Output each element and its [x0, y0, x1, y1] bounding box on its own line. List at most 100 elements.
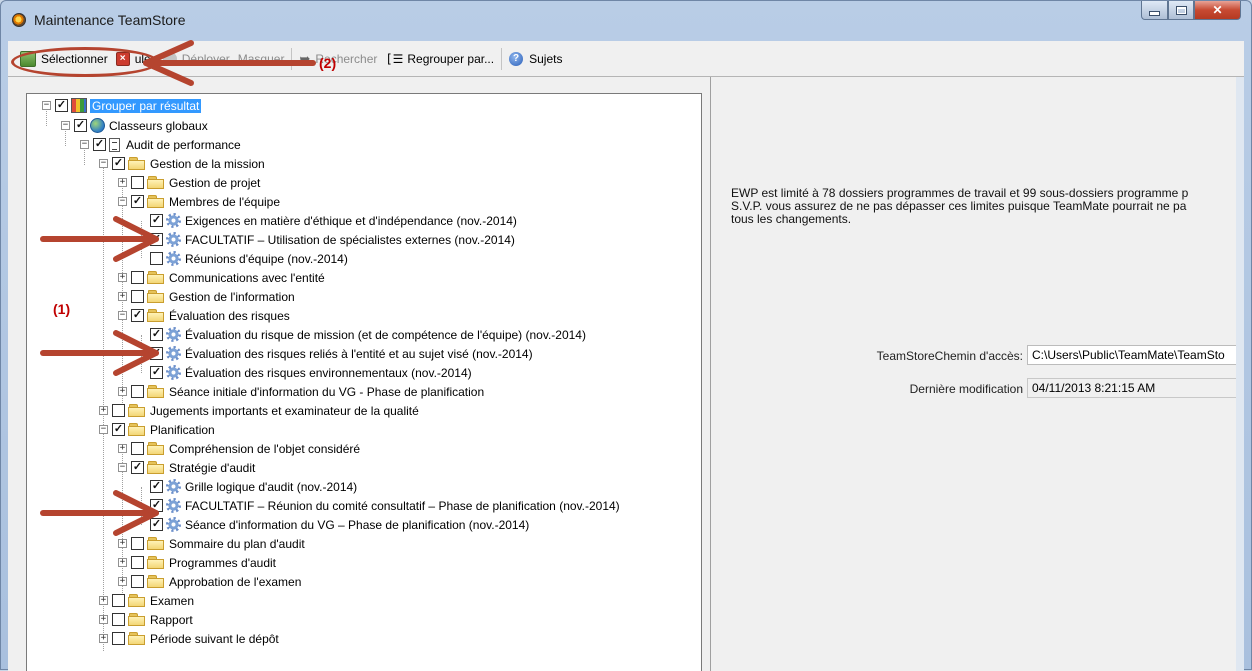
expand-icon[interactable]: +: [99, 634, 108, 643]
tree-node-approval[interactable]: + Approbation de l'examen: [118, 572, 301, 591]
collapse-icon[interactable]: −: [61, 121, 70, 130]
collapse-icon[interactable]: −: [99, 425, 108, 434]
tree-node-risk-mission[interactable]: Évaluation du risque de mission (et de c…: [137, 325, 586, 344]
tree-checkbox[interactable]: [74, 119, 87, 132]
minimize-button[interactable]: [1141, 1, 1168, 20]
tree-checkbox[interactable]: [112, 613, 125, 626]
tree-checkbox[interactable]: [131, 309, 144, 322]
tree-node-logic-grid[interactable]: Grille logique d'audit (nov.-2014): [137, 477, 357, 496]
tree-node-plan-summary[interactable]: + Sommaire du plan d'audit: [118, 534, 305, 553]
tree-node-team-meetings[interactable]: Réunions d'équipe (nov.-2014): [137, 249, 348, 268]
group-results-icon: [71, 98, 87, 113]
window-edge: [1236, 77, 1244, 671]
tree-node-exam[interactable]: + Examen: [99, 591, 194, 610]
tree-node-post-filing[interactable]: + Période suivant le dépôt: [99, 629, 279, 648]
tree-label: FACULTATIF – Réunion du comité consultat…: [185, 498, 620, 513]
expand-icon[interactable]: +: [118, 273, 127, 282]
collapse-icon[interactable]: −: [80, 140, 89, 149]
collapse-icon[interactable]: −: [118, 197, 127, 206]
title-bar[interactable]: Maintenance TeamStore ✕: [1, 1, 1251, 41]
tree-checkbox[interactable]: [131, 556, 144, 569]
tree-checkbox[interactable]: [131, 176, 144, 189]
folder-icon: [128, 594, 146, 607]
expand-icon[interactable]: +: [99, 596, 108, 605]
tree-node-programs[interactable]: + Programmes d'audit: [118, 553, 276, 572]
hide-button[interactable]: Masquer: [234, 47, 289, 71]
collapse-icon[interactable]: −: [42, 101, 51, 110]
tree-checkbox[interactable]: [150, 233, 163, 246]
tree-node-vg-session[interactable]: Séance d'information du VG – Phase de pl…: [137, 515, 529, 534]
expand-icon[interactable]: +: [99, 615, 108, 624]
tree-checkbox[interactable]: [150, 347, 163, 360]
tree-node-initial-session[interactable]: + Séance initiale d'information du VG - …: [118, 382, 484, 401]
expand-icon[interactable]: +: [118, 292, 127, 301]
collapse-icon[interactable]: −: [118, 463, 127, 472]
expand-icon[interactable]: +: [99, 406, 108, 415]
tree-checkbox[interactable]: [150, 252, 163, 265]
maximize-button[interactable]: [1168, 1, 1194, 20]
tree-node-risk-entity[interactable]: Évaluation des risques reliés à l'entité…: [137, 344, 533, 363]
tree-node-team[interactable]: − Membres de l'équipe: [118, 192, 280, 211]
tree-node-specialists[interactable]: FACULTATIF – Utilisation de spécialistes…: [137, 230, 515, 249]
tree-checkbox[interactable]: [112, 157, 125, 170]
collapse-icon[interactable]: −: [99, 159, 108, 168]
tree-checkbox[interactable]: [131, 461, 144, 474]
group-by-button[interactable]: [☰ Regrouper par...: [381, 47, 498, 71]
tree-checkbox[interactable]: [150, 518, 163, 531]
expand-icon[interactable]: +: [118, 558, 127, 567]
tree-checkbox[interactable]: [131, 290, 144, 303]
expand-icon[interactable]: +: [118, 444, 127, 453]
tree-node-understanding[interactable]: + Compréhension de l'objet considéré: [118, 439, 360, 458]
tree-node-communications[interactable]: + Communications avec l'entité: [118, 268, 325, 287]
help-icon: ?: [509, 51, 524, 66]
tree-node-ethics[interactable]: Exigences en matière d'éthique et d'indé…: [137, 211, 517, 230]
expand-icon[interactable]: +: [118, 539, 127, 548]
tree-checkbox[interactable]: [112, 423, 125, 436]
tree-label: Séance d'information du VG – Phase de pl…: [185, 517, 530, 532]
tree-node-planning[interactable]: − Planification: [99, 420, 215, 439]
tree-checkbox[interactable]: [150, 328, 163, 341]
tree-label: Gestion de la mission: [150, 156, 265, 171]
tree-checkbox[interactable]: [112, 594, 125, 607]
close-button[interactable]: ✕: [1194, 1, 1241, 20]
modified-field: 04/11/2013 8:21:15 AM: [1027, 378, 1244, 398]
tree-node-root[interactable]: − Grouper par résultat: [42, 96, 202, 115]
tree-checkbox[interactable]: [112, 632, 125, 645]
gear-icon: [166, 498, 181, 513]
tree-checkbox[interactable]: [150, 480, 163, 493]
path-field[interactable]: C:\Users\Public\TeamMate\TeamSto: [1027, 345, 1244, 365]
topics-button[interactable]: ? Sujets: [505, 47, 566, 71]
limit-notice: EWP est limité à 78 dossiers programmes …: [731, 187, 1244, 226]
tree-label: Réunions d'équipe (nov.-2014): [185, 251, 348, 266]
tree-node-mission[interactable]: − Gestion de la mission: [99, 154, 265, 173]
tree-node-global[interactable]: − Classeurs globaux: [61, 116, 208, 135]
tree-checkbox[interactable]: [131, 537, 144, 550]
tree-checkbox[interactable]: [150, 214, 163, 227]
tree-node-report[interactable]: + Rapport: [99, 610, 193, 629]
tree-node-judgments[interactable]: + Jugements importants et examinateur de…: [99, 401, 419, 420]
tree-checkbox[interactable]: [131, 385, 144, 398]
tree-node-risk-eval[interactable]: − Évaluation des risques: [118, 306, 290, 325]
tree-node-risk-env[interactable]: Évaluation des risques environnementaux …: [137, 363, 472, 382]
search-button[interactable]: ➥ Rechercher: [295, 47, 381, 71]
tree-checkbox[interactable]: [131, 442, 144, 455]
tree-checkbox[interactable]: [131, 271, 144, 284]
expand-icon[interactable]: +: [118, 178, 127, 187]
tree-checkbox[interactable]: [93, 138, 106, 151]
tree-checkbox[interactable]: [131, 575, 144, 588]
tree-checkbox[interactable]: [112, 404, 125, 417]
tree-checkbox[interactable]: [131, 195, 144, 208]
expand-icon[interactable]: +: [118, 387, 127, 396]
collapse-icon[interactable]: −: [118, 311, 127, 320]
unfold-button[interactable]: Déployer: [159, 47, 234, 71]
tree-node-strategy[interactable]: − Stratégie d'audit: [118, 458, 255, 477]
tree-checkbox[interactable]: [150, 366, 163, 379]
tree-node-info-mgmt[interactable]: + Gestion de l'information: [118, 287, 295, 306]
tree-node-project[interactable]: + Gestion de projet: [118, 173, 260, 192]
expand-icon[interactable]: +: [118, 577, 127, 586]
tree-label: Évaluation des risques: [169, 308, 290, 323]
tree-node-committee[interactable]: FACULTATIF – Réunion du comité consultat…: [137, 496, 620, 515]
tree-node-audit[interactable]: − Audit de performance: [80, 135, 241, 154]
tree-checkbox[interactable]: [55, 99, 68, 112]
tree-checkbox[interactable]: [150, 499, 163, 512]
